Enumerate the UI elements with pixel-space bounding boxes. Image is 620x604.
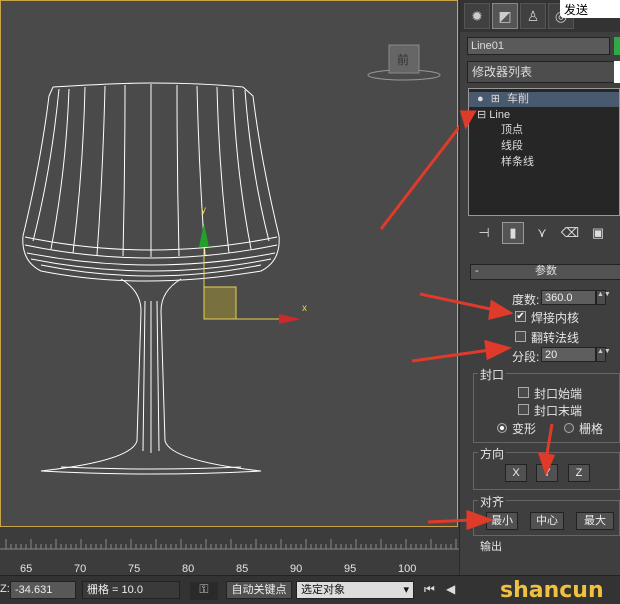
selection-set-value: 选定对象 <box>301 584 345 596</box>
timeline-tick-label: 90 <box>290 563 303 575</box>
stack-toolbar: ⊣ ▮ ⋎ ⌫ ▣ <box>466 222 620 244</box>
expand-icon[interactable]: ⊞ <box>487 93 500 105</box>
z-coord-label: Z: <box>0 583 10 595</box>
auto-key-button[interactable]: 自动关键点 <box>226 581 292 599</box>
object-color-swatch[interactable] <box>614 37 620 55</box>
timeline[interactable]: 65 70 75 80 85 90 95 100 <box>0 527 459 575</box>
direction-x-button[interactable]: X <box>505 464 527 482</box>
y-axis-label: y <box>201 205 206 216</box>
stack-item-lathe-label: 车削 <box>507 93 529 105</box>
degrees-spinner[interactable]: 360.0 <box>541 290 596 305</box>
stack-item-lathe[interactable]: ● ⊞ 车削 <box>469 92 619 107</box>
share-button[interactable]: 发送 <box>560 0 620 18</box>
cap-start-checkbox[interactable] <box>518 387 529 398</box>
cap-start-label: 封口始端 <box>534 387 583 401</box>
previous-frame-icon[interactable]: ◀ <box>446 582 464 600</box>
grid-radio[interactable] <box>564 423 574 433</box>
watermark-logo: shancun <box>500 578 604 603</box>
align-center-button[interactable]: 中心 <box>530 512 564 530</box>
pin-stack-icon[interactable]: ⊣ <box>474 223 494 243</box>
grid-spacing-display: 栅格 = 10.0 <box>82 581 180 599</box>
segments-label: 分段: <box>512 350 540 364</box>
selection-set-dropdown[interactable]: 选定对象 ▾ <box>296 581 414 599</box>
capping-group-title: 封口 <box>478 366 507 383</box>
timeline-tick-label: 75 <box>128 563 141 575</box>
make-unique-icon[interactable]: ⋎ <box>532 223 552 243</box>
go-to-start-icon[interactable]: ⏮ <box>424 582 442 600</box>
segments-spinner[interactable]: 20 <box>541 347 596 362</box>
morph-radio[interactable] <box>497 423 507 433</box>
timeline-tick-label: 70 <box>74 563 87 575</box>
rollout-title: 参数 <box>535 265 557 277</box>
modifier-list-end <box>614 61 620 83</box>
chevron-down-icon: ▾ <box>403 584 409 596</box>
x-axis-arrow <box>279 314 301 324</box>
flip-normals-label: 翻转法线 <box>531 331 580 345</box>
show-end-result-icon[interactable]: ▮ <box>502 222 524 244</box>
remove-modifier-icon[interactable]: ⌫ <box>560 223 580 243</box>
create-tab-icon[interactable]: ✹ <box>464 3 490 29</box>
modify-tab-icon[interactable]: ◩ <box>492 3 518 29</box>
rollout-collapse-icon: - <box>475 265 479 277</box>
align-group-title: 对齐 <box>478 493 507 510</box>
stack-item-line-label: Line <box>489 109 511 121</box>
configure-sets-icon[interactable]: ▣ <box>588 223 608 243</box>
timeline-tick-label: 100 <box>398 563 417 575</box>
flip-normals-checkbox[interactable] <box>515 331 526 342</box>
align-min-button[interactable]: 最小 <box>486 512 518 530</box>
segments-spinner-arrows[interactable]: ▲▼ <box>596 347 611 362</box>
stack-item-spline[interactable]: 样条线 <box>469 155 534 170</box>
share-label: 发送 <box>564 2 589 17</box>
degrees-spinner-arrows[interactable]: ▲▼ <box>596 290 611 305</box>
timeline-tick-label: 95 <box>344 563 357 575</box>
hierarchy-tab-icon[interactable]: ♙ <box>520 3 546 29</box>
cap-end-label: 封口末端 <box>534 404 583 418</box>
timeline-ruler <box>0 539 459 550</box>
weld-core-label: 焊接内核 <box>531 311 580 325</box>
cap-end-checkbox[interactable] <box>518 404 529 415</box>
bulb-icon[interactable]: ● <box>469 93 484 105</box>
parameters-rollout-header[interactable]: - 参数 <box>470 264 620 280</box>
modifier-list-dropdown[interactable]: 修改器列表 <box>467 61 620 83</box>
z-coord-field[interactable]: -34.631 <box>10 581 76 599</box>
output-group-title: 输出 <box>480 541 502 553</box>
timeline-tick-label: 80 <box>182 563 195 575</box>
weld-core-checkbox[interactable]: ✔ <box>515 311 526 322</box>
stack-item-vertex[interactable]: 顶点 <box>469 123 523 138</box>
stack-item-segment[interactable]: 线段 <box>469 139 523 154</box>
timeline-tick-label: 65 <box>20 563 33 575</box>
object-name-field[interactable]: Line01 <box>467 37 610 55</box>
direction-y-button[interactable]: Y <box>536 464 558 482</box>
perspective-viewport[interactable]: y x 前 <box>0 0 459 527</box>
viewcube-front-label[interactable]: 前 <box>397 51 409 68</box>
timeline-tick-label: 85 <box>236 563 249 575</box>
modifier-stack[interactable]: ● ⊞ 车削 ⊟ Line 顶点 线段 样条线 <box>468 88 620 216</box>
transform-gizmo-plane <box>203 286 237 320</box>
stack-item-line[interactable]: ⊟ Line <box>469 108 510 123</box>
align-max-button[interactable]: 最大 <box>576 512 614 530</box>
direction-group-title: 方向 <box>478 445 507 462</box>
morph-label: 变形 <box>512 422 537 436</box>
status-bar: Z: -34.631 栅格 = 10.0 ⚿ 自动关键点 选定对象 ▾ ⏮ ◀ s… <box>0 575 620 604</box>
direction-z-button[interactable]: Z <box>568 464 590 482</box>
grid-label: 栅格 <box>579 422 604 436</box>
y-axis-arrow <box>199 223 209 247</box>
degrees-label: 度数: <box>512 293 540 307</box>
key-icon[interactable]: ⚿ <box>190 582 218 600</box>
x-axis-label: x <box>302 303 307 314</box>
wineglass-wireframe <box>22 44 459 475</box>
